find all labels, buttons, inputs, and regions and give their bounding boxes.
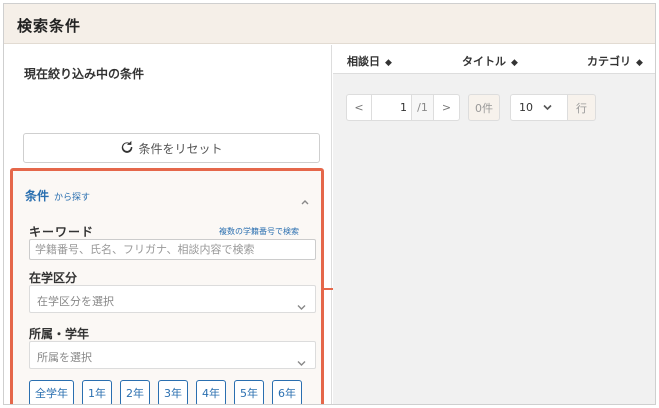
affiliation-select-placeholder: 所属を選択 — [37, 351, 92, 364]
page-total: /1 — [412, 94, 434, 121]
refresh-icon — [120, 140, 134, 157]
page-number-input[interactable]: 1 — [372, 94, 412, 121]
grade-button-5[interactable]: 5年 — [234, 380, 264, 404]
column-header-category-label: カテゴリ — [587, 55, 631, 68]
left-pane: 現在絞り込み中の条件 条件をリセット 条件 から探す キーワード 複数の学籍番号… — [4, 45, 332, 404]
per-page-unit: 行 — [568, 94, 596, 121]
grade-button-1[interactable]: 1年 — [82, 380, 112, 404]
column-header-title-label: タイトル — [462, 55, 506, 68]
enrollment-label: 在学区分 — [29, 271, 78, 285]
grade-button-3[interactable]: 3年 — [158, 380, 188, 404]
reset-conditions-button[interactable]: 条件をリセット — [23, 133, 320, 163]
sort-icon: ◆ — [636, 58, 643, 68]
per-page-select[interactable]: 10 — [510, 94, 568, 121]
column-header-date-label: 相談日 — [347, 55, 380, 68]
pagination: < 1 /1 > 0件 10 行 — [346, 94, 596, 121]
search-conditions-window: 検索条件 現在絞り込み中の条件 条件をリセット 条件 から探す キーワード 複数… — [3, 3, 656, 405]
chevron-down-icon — [297, 352, 306, 366]
per-page-value: 10 — [519, 101, 533, 114]
chevron-up-icon[interactable] — [299, 193, 311, 205]
grade-button-6[interactable]: 6年 — [272, 380, 302, 404]
enrollment-select[interactable]: 在学区分を選択 — [29, 285, 316, 313]
column-header-category[interactable]: カテゴリ ◆ — [587, 53, 643, 69]
grade-button-all[interactable]: 全学年 — [29, 380, 74, 404]
panel-header[interactable]: 条件 から探す — [25, 187, 90, 204]
sort-icon: ◆ — [385, 58, 392, 68]
chevron-down-icon — [543, 101, 552, 114]
panel-title: 条件 — [25, 189, 50, 203]
results-pane: 相談日 ◆ タイトル ◆ カテゴリ ◆ < 1 /1 > 0件 10 行 — [333, 45, 655, 404]
enrollment-select-placeholder: 在学区分を選択 — [37, 295, 114, 308]
page-title: 検索条件 — [17, 17, 82, 35]
condition-search-panel: 条件 から探す キーワード 複数の学籍番号で検索 学籍番号、氏名、フリガナ、相談… — [10, 168, 324, 404]
grade-button-2[interactable]: 2年 — [120, 380, 150, 404]
multi-student-number-search-link[interactable]: 複数の学籍番号で検索 — [219, 226, 299, 237]
current-conditions-label: 現在絞り込み中の条件 — [24, 67, 145, 81]
next-page-button[interactable]: > — [434, 94, 460, 121]
column-header-title[interactable]: タイトル ◆ — [462, 53, 518, 69]
header-bar: 検索条件 — [4, 4, 655, 44]
column-header-date[interactable]: 相談日 ◆ — [347, 53, 392, 69]
affiliation-label: 所属・学年 — [29, 327, 90, 341]
affiliation-select[interactable]: 所属を選択 — [29, 341, 316, 369]
sort-icon: ◆ — [511, 58, 518, 68]
results-table-header: 相談日 ◆ タイトル ◆ カテゴリ ◆ — [333, 45, 655, 74]
prev-page-button[interactable]: < — [346, 94, 372, 121]
result-count: 0件 — [468, 94, 500, 121]
keyword-label: キーワード — [29, 225, 95, 239]
chevron-down-icon — [297, 296, 306, 310]
keyword-input[interactable]: 学籍番号、氏名、フリガナ、相談内容で検索 — [29, 239, 316, 260]
grade-buttons: 全学年 1年 2年 3年 4年 5年 6年 — [29, 380, 302, 404]
grade-button-4[interactable]: 4年 — [196, 380, 226, 404]
panel-title-sub: から探す — [54, 193, 91, 203]
reset-conditions-label: 条件をリセット — [138, 141, 223, 156]
